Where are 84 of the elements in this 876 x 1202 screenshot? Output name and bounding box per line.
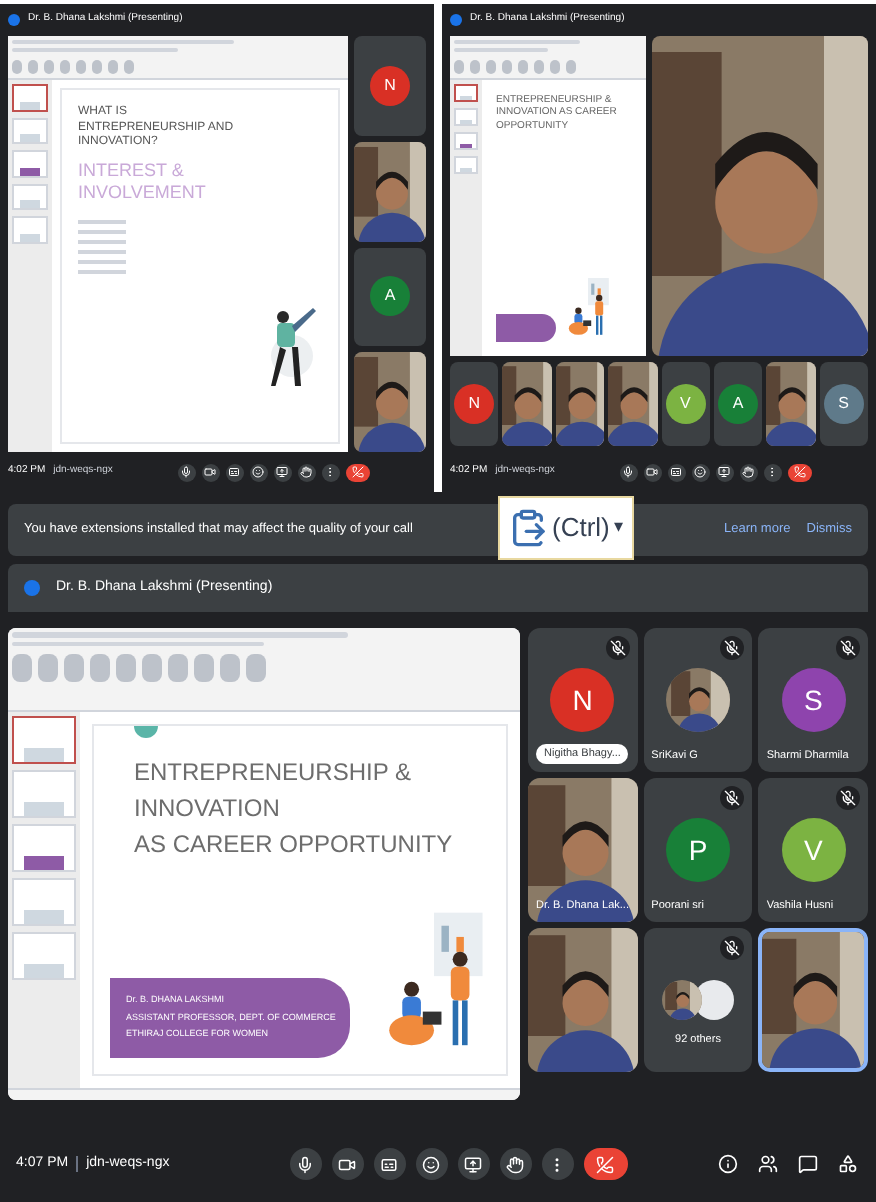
side-panel-button[interactable] — [756, 1152, 780, 1176]
present-screen-icon — [718, 466, 731, 478]
camera-icon — [646, 466, 659, 478]
end-call-button[interactable] — [583, 1148, 628, 1180]
slide-subtitle: INTEREST & INVOLVEMENT — [78, 159, 208, 204]
chat-icon — [798, 1154, 818, 1174]
mic-off-icon — [720, 636, 745, 660]
avatar-initial: P — [665, 818, 730, 882]
hang-up-icon — [596, 1155, 615, 1173]
side-panel-button[interactable] — [716, 1152, 740, 1176]
avatar-initial: S — [823, 384, 864, 424]
end-call-button[interactable] — [345, 463, 370, 481]
call-control-button[interactable] — [331, 1148, 364, 1180]
mic-off-icon — [836, 636, 860, 660]
call-control-button[interactable] — [457, 1148, 490, 1180]
participant-tile[interactable]: A — [713, 362, 763, 446]
activities-icon — [838, 1154, 858, 1174]
side-panel-button[interactable] — [836, 1152, 860, 1176]
call-control-button[interactable] — [619, 463, 638, 481]
end-call-button[interactable] — [787, 463, 812, 481]
captions-icon — [380, 1155, 399, 1173]
call-control-button[interactable] — [289, 1148, 322, 1180]
call-control-button[interactable] — [249, 463, 268, 481]
participant-tile[interactable]: S — [819, 362, 868, 446]
participant-tile[interactable]: N — [354, 36, 426, 136]
slide-title-line: ENTREPRENEURSHIP & — [134, 756, 413, 790]
call-control-button[interactable] — [321, 463, 340, 481]
call-control-button[interactable] — [273, 463, 292, 481]
avatar-initial: N — [550, 668, 615, 732]
avatar-initial: N — [370, 65, 410, 106]
call-control-button[interactable] — [177, 463, 196, 481]
call-control-button[interactable] — [643, 463, 662, 481]
call-control-button[interactable] — [739, 463, 758, 481]
hang-up-icon — [793, 466, 806, 478]
captions-icon — [228, 466, 241, 478]
microphone-icon — [296, 1155, 315, 1173]
call-control-button[interactable] — [297, 463, 316, 481]
call-control-button[interactable] — [691, 463, 710, 481]
emoji-icon — [422, 1155, 441, 1173]
people-icon — [758, 1154, 778, 1174]
hang-up-icon — [351, 466, 364, 478]
call-control-button[interactable] — [201, 463, 220, 481]
info-icon — [718, 1154, 738, 1174]
camera-icon — [204, 466, 217, 478]
avatar-initial: A — [718, 384, 759, 424]
raise-hand-icon — [506, 1155, 525, 1173]
raise-hand-icon — [742, 466, 755, 478]
emoji-icon — [694, 466, 707, 478]
participant-tile[interactable]: N — [450, 362, 499, 446]
call-control-button[interactable] — [763, 463, 782, 481]
presenter-banner — [496, 314, 556, 342]
call-control-button[interactable] — [225, 463, 244, 481]
mic-off-icon — [605, 636, 630, 660]
avatar-initial: A — [370, 276, 410, 317]
avatar-initial: S — [781, 668, 846, 732]
emoji-icon — [252, 466, 265, 478]
call-control-button[interactable] — [415, 1148, 448, 1180]
slide-thumbnail[interactable] — [12, 716, 76, 764]
microphone-icon — [180, 466, 193, 478]
mic-off-icon — [836, 786, 860, 810]
avatar-initial: V — [665, 384, 706, 424]
call-control-button[interactable] — [499, 1148, 532, 1180]
call-control-button[interactable] — [373, 1148, 406, 1180]
participant-tile[interactable]: A — [354, 247, 426, 347]
call-control-button[interactable] — [715, 463, 734, 481]
slide-title-line: AS CAREER OPPORTUNITY — [134, 828, 455, 862]
call-control-button[interactable] — [667, 463, 686, 481]
microphone-icon — [622, 466, 635, 478]
raise-hand-icon — [300, 466, 313, 478]
slide-title-line: INNOVATION — [134, 792, 282, 826]
camera-icon — [338, 1155, 357, 1173]
side-panel-button[interactable] — [796, 1152, 820, 1176]
present-screen-icon — [276, 466, 289, 478]
present-screen-icon — [464, 1155, 483, 1173]
captions-icon — [670, 466, 683, 478]
avatar-initial: V — [781, 818, 846, 882]
slide-thumbnail[interactable] — [12, 84, 48, 111]
paste-options-button[interactable]: (Ctrl)▾ — [498, 496, 634, 560]
clipboard-icon — [508, 508, 548, 548]
mic-off-icon — [720, 786, 745, 810]
avatar-initial: N — [454, 384, 495, 424]
slide-thumbnail[interactable] — [454, 84, 478, 102]
mic-off-icon — [720, 936, 745, 960]
participant-tile[interactable] — [758, 928, 868, 1072]
